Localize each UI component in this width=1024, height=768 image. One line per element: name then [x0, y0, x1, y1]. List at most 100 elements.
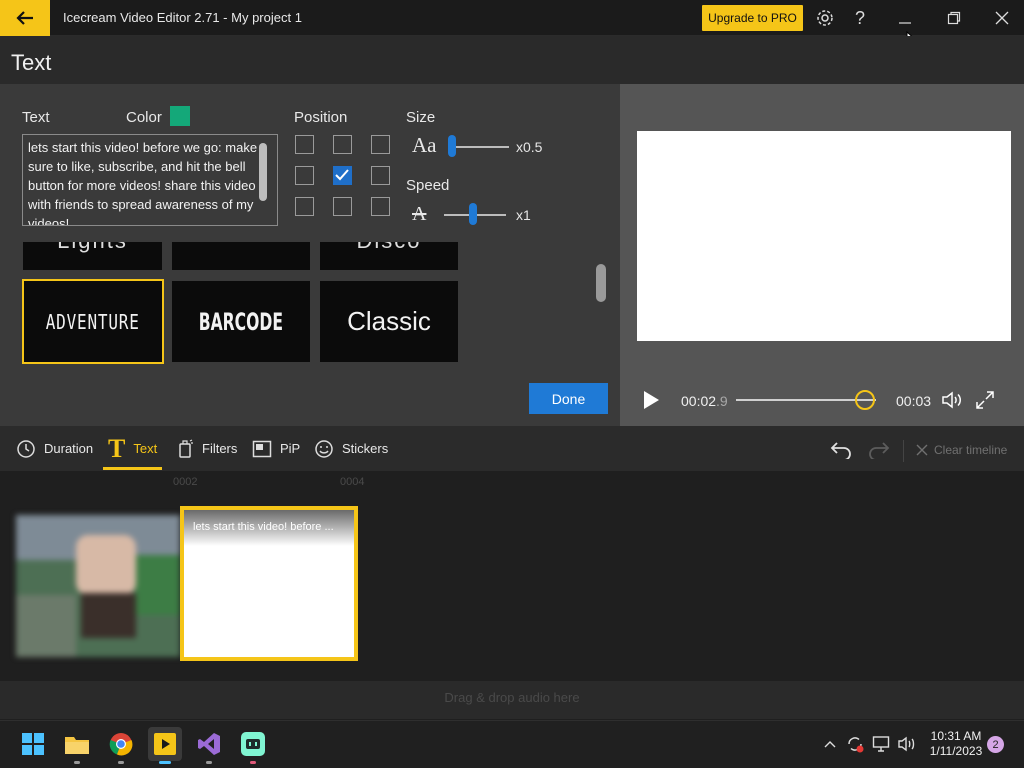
redo-icon[interactable] [867, 439, 891, 461]
chevron-up-icon[interactable] [822, 736, 838, 752]
video-clip[interactable] [16, 515, 180, 657]
color-label: Color [126, 109, 162, 126]
style-tile-hidden[interactable] [172, 242, 310, 270]
clip-character-body [81, 593, 136, 638]
gear-icon[interactable] [813, 6, 837, 30]
size-label: Size [406, 109, 436, 126]
tab-stickers-label: Stickers [342, 441, 389, 456]
back-button[interactable] [0, 0, 50, 36]
restore-icon[interactable] [942, 6, 966, 30]
arrow-left-icon [16, 11, 33, 25]
tab-pip[interactable]: PiP [252, 426, 300, 471]
tab-duration[interactable]: Duration [16, 426, 93, 471]
audio-drop-hint: Drag & drop audio here [444, 690, 580, 705]
smiley-icon [315, 439, 333, 458]
window-title: Icecream Video Editor 2.71 - My project … [63, 10, 302, 25]
speaker-icon[interactable] [897, 734, 917, 754]
icecream-editor-taskbar-icon[interactable] [148, 727, 182, 764]
tab-filters[interactable]: Filters [178, 426, 237, 471]
tab-stickers[interactable]: Stickers [314, 426, 388, 471]
style-tile-label: ADVENTURE [46, 309, 140, 334]
taskbar-clock[interactable]: 10:31 AM 1/11/2023 [926, 729, 986, 759]
style-tile-barcode[interactable]: BARCODE [172, 281, 310, 362]
minimize-icon[interactable] [893, 6, 917, 30]
ruler-tick: 0004 [340, 476, 365, 488]
seek-thumb[interactable] [854, 390, 875, 410]
undo-icon[interactable] [829, 439, 853, 461]
style-tile-label: BARCODE [198, 307, 284, 336]
styles-scrollbar[interactable] [596, 264, 606, 302]
speed-slider-thumb[interactable] [469, 203, 477, 225]
text-content-input[interactable]: lets start this video! before we go: mak… [22, 134, 278, 226]
clear-timeline-button[interactable]: Clear timeline [916, 428, 1007, 472]
play-icon[interactable] [640, 388, 662, 412]
position-checkbox[interactable] [295, 166, 314, 185]
position-checkbox[interactable] [333, 197, 352, 216]
style-tile-adventure[interactable]: ADVENTURE [22, 279, 164, 364]
position-checkbox[interactable] [371, 135, 390, 154]
checkmark-icon [335, 169, 349, 181]
style-tile-lights[interactable]: Lights [23, 242, 162, 270]
clip-ground [16, 595, 76, 657]
audio-track[interactable]: Drag & drop audio here [0, 681, 1024, 719]
done-button[interactable]: Done [529, 383, 608, 414]
position-checkbox[interactable] [295, 197, 314, 216]
ruler-tick: 0002 [173, 476, 198, 488]
streamlabs-icon[interactable] [236, 727, 270, 764]
chrome-icon[interactable] [104, 727, 138, 764]
color-swatch[interactable] [170, 106, 190, 126]
total-time: 00:03 [896, 393, 932, 409]
size-value: x0.5 [516, 139, 543, 155]
fullscreen-icon[interactable] [973, 388, 997, 412]
current-time: 00:02.9 [681, 393, 728, 409]
text-clip[interactable]: lets start this video! before ... [180, 506, 358, 661]
text-label: Text [22, 109, 50, 126]
x-icon [916, 444, 928, 456]
clock-time: 10:31 AM [930, 729, 982, 743]
font-size-icon: Aa [412, 133, 437, 157]
current-time-fraction: .9 [716, 393, 728, 409]
windows-start-icon[interactable] [16, 727, 50, 761]
close-icon[interactable] [990, 6, 1014, 30]
video-preview[interactable] [637, 131, 1011, 341]
speed-icon: A [412, 203, 427, 225]
file-explorer-icon[interactable] [60, 727, 94, 764]
current-time-main: 00:02 [681, 393, 717, 409]
style-tile-disco[interactable]: Disco [320, 242, 458, 270]
tab-pip-label: PiP [280, 441, 301, 456]
style-tile-classic[interactable]: Classic [320, 281, 458, 362]
taskbar-active-indicator [159, 761, 171, 764]
upgrade-button[interactable]: Upgrade to PRO [702, 5, 803, 31]
speed-value: x1 [516, 207, 531, 223]
taskbar-running-indicator [250, 761, 256, 764]
network-icon[interactable] [872, 734, 892, 754]
tab-text-label: Text [133, 441, 158, 456]
position-checkbox[interactable] [333, 135, 352, 154]
timeline-ruler: 0002 0004 [0, 474, 1024, 492]
tab-duration-label: Duration [44, 441, 94, 456]
position-checkbox[interactable] [295, 135, 314, 154]
size-slider-track[interactable] [449, 146, 509, 148]
position-checkbox[interactable] [371, 166, 390, 185]
style-row-partial: Lights Disco [22, 242, 462, 271]
position-checkbox[interactable] [371, 197, 390, 216]
volume-icon[interactable] [940, 388, 966, 412]
textbox-scrollbar[interactable] [259, 143, 267, 201]
tab-text[interactable]: T Text [108, 426, 157, 471]
taskbar-running-indicator [206, 761, 212, 764]
taskbar-running-indicator [74, 761, 80, 764]
panel-title: Text [11, 50, 52, 75]
visual-studio-icon[interactable] [192, 727, 226, 764]
size-slider-thumb[interactable] [448, 135, 456, 157]
speed-label: Speed [406, 177, 450, 194]
position-checkbox-checked[interactable] [333, 166, 352, 185]
panel-header [0, 36, 1024, 84]
recording-sync-icon[interactable] [845, 734, 865, 754]
toolbar-divider [903, 440, 904, 462]
clock-date: 1/11/2023 [929, 744, 983, 758]
clear-timeline-label: Clear timeline [934, 443, 1008, 457]
text-t-icon: T [108, 433, 126, 463]
clock-icon [17, 439, 35, 458]
notification-badge[interactable]: 2 [987, 736, 1004, 753]
help-icon[interactable]: ? [848, 6, 872, 30]
